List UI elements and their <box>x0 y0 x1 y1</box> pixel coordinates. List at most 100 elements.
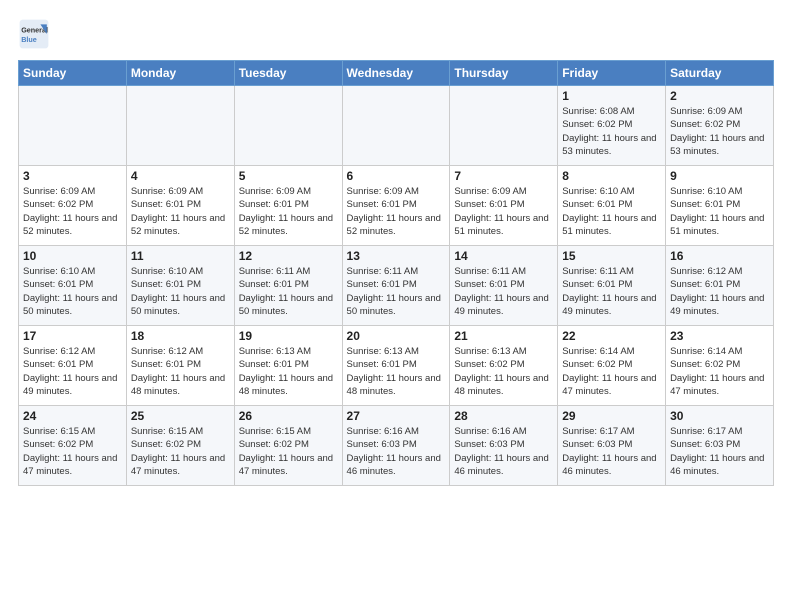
day-number: 2 <box>670 89 769 103</box>
calendar-cell: 9 Sunrise: 6:10 AMSunset: 6:01 PMDaylight… <box>666 166 774 246</box>
day-info: Sunrise: 6:09 AMSunset: 6:01 PMDaylight:… <box>347 185 446 238</box>
day-info: Sunrise: 6:10 AMSunset: 6:01 PMDaylight:… <box>562 185 661 238</box>
day-number: 24 <box>23 409 122 423</box>
calendar-cell: 1 Sunrise: 6:08 AMSunset: 6:02 PMDaylight… <box>558 86 666 166</box>
day-info: Sunrise: 6:10 AMSunset: 6:01 PMDaylight:… <box>670 185 769 238</box>
day-number: 29 <box>562 409 661 423</box>
day-info: Sunrise: 6:09 AMSunset: 6:01 PMDaylight:… <box>131 185 230 238</box>
day-info: Sunrise: 6:11 AMSunset: 6:01 PMDaylight:… <box>239 265 338 318</box>
day-number: 14 <box>454 249 553 263</box>
day-number: 25 <box>131 409 230 423</box>
day-number: 23 <box>670 329 769 343</box>
calendar-week-2: 3Sunrise: 6:09 AMSunset: 6:02 PMDaylight… <box>19 166 774 246</box>
day-number: 8 <box>562 169 661 183</box>
calendar-cell: 18 Sunrise: 6:12 AMSunset: 6:01 PMDayligh… <box>126 326 234 406</box>
svg-text:Blue: Blue <box>21 35 37 44</box>
day-info: Sunrise: 6:15 AMSunset: 6:02 PMDaylight:… <box>131 425 230 478</box>
day-info: Sunrise: 6:16 AMSunset: 6:03 PMDaylight:… <box>454 425 553 478</box>
logo: General Blue <box>18 18 50 50</box>
day-number: 12 <box>239 249 338 263</box>
day-number: 11 <box>131 249 230 263</box>
calendar-cell: 14 Sunrise: 6:11 AMSunset: 6:01 PMDayligh… <box>450 246 558 326</box>
day-info: Sunrise: 6:15 AMSunset: 6:02 PMDaylight:… <box>23 425 122 478</box>
day-info: Sunrise: 6:13 AMSunset: 6:01 PMDaylight:… <box>347 345 446 398</box>
weekday-header-wednesday: Wednesday <box>342 61 450 86</box>
day-info: Sunrise: 6:09 AMSunset: 6:01 PMDaylight:… <box>239 185 338 238</box>
calendar-week-1: 1 Sunrise: 6:08 AMSunset: 6:02 PMDaylight… <box>19 86 774 166</box>
day-info: Sunrise: 6:11 AMSunset: 6:01 PMDaylight:… <box>562 265 661 318</box>
weekday-header-saturday: Saturday <box>666 61 774 86</box>
calendar-cell: 30Sunrise: 6:17 AMSunset: 6:03 PMDayligh… <box>666 406 774 486</box>
weekday-header-tuesday: Tuesday <box>234 61 342 86</box>
calendar: SundayMondayTuesdayWednesdayThursdayFrid… <box>18 60 774 486</box>
calendar-cell: 12 Sunrise: 6:11 AMSunset: 6:01 PMDayligh… <box>234 246 342 326</box>
day-info: Sunrise: 6:13 AMSunset: 6:02 PMDaylight:… <box>454 345 553 398</box>
day-info: Sunrise: 6:12 AMSunset: 6:01 PMDaylight:… <box>23 345 122 398</box>
day-number: 17 <box>23 329 122 343</box>
day-number: 16 <box>670 249 769 263</box>
calendar-cell: 17 Sunrise: 6:12 AMSunset: 6:01 PMDayligh… <box>19 326 127 406</box>
day-info: Sunrise: 6:11 AMSunset: 6:01 PMDaylight:… <box>454 265 553 318</box>
calendar-cell: 4 Sunrise: 6:09 AMSunset: 6:01 PMDaylight… <box>126 166 234 246</box>
day-info: Sunrise: 6:09 AMSunset: 6:02 PMDaylight:… <box>670 105 769 158</box>
day-info: Sunrise: 6:08 AMSunset: 6:02 PMDaylight:… <box>562 105 661 158</box>
calendar-cell: 26 Sunrise: 6:15 AMSunset: 6:02 PMDayligh… <box>234 406 342 486</box>
day-number: 10 <box>23 249 122 263</box>
day-number: 13 <box>347 249 446 263</box>
day-info: Sunrise: 6:13 AMSunset: 6:01 PMDaylight:… <box>239 345 338 398</box>
day-number: 22 <box>562 329 661 343</box>
day-number: 28 <box>454 409 553 423</box>
day-info: Sunrise: 6:09 AMSunset: 6:02 PMDaylight:… <box>23 185 122 238</box>
calendar-cell: 15 Sunrise: 6:11 AMSunset: 6:01 PMDayligh… <box>558 246 666 326</box>
calendar-week-4: 17 Sunrise: 6:12 AMSunset: 6:01 PMDayligh… <box>19 326 774 406</box>
day-info: Sunrise: 6:10 AMSunset: 6:01 PMDaylight:… <box>131 265 230 318</box>
weekday-header-monday: Monday <box>126 61 234 86</box>
calendar-cell: 2 Sunrise: 6:09 AMSunset: 6:02 PMDaylight… <box>666 86 774 166</box>
day-number: 18 <box>131 329 230 343</box>
calendar-cell: 23 Sunrise: 6:14 AMSunset: 6:02 PMDayligh… <box>666 326 774 406</box>
day-number: 26 <box>239 409 338 423</box>
day-info: Sunrise: 6:14 AMSunset: 6:02 PMDaylight:… <box>562 345 661 398</box>
logo-icon: General Blue <box>18 18 50 50</box>
calendar-cell: 20 Sunrise: 6:13 AMSunset: 6:01 PMDayligh… <box>342 326 450 406</box>
day-info: Sunrise: 6:09 AMSunset: 6:01 PMDaylight:… <box>454 185 553 238</box>
page: General Blue SundayMondayTuesdayWednesda… <box>0 0 792 496</box>
calendar-cell: 7 Sunrise: 6:09 AMSunset: 6:01 PMDaylight… <box>450 166 558 246</box>
day-info: Sunrise: 6:10 AMSunset: 6:01 PMDaylight:… <box>23 265 122 318</box>
calendar-cell: 10 Sunrise: 6:10 AMSunset: 6:01 PMDayligh… <box>19 246 127 326</box>
day-number: 4 <box>131 169 230 183</box>
day-info: Sunrise: 6:17 AMSunset: 6:03 PMDaylight:… <box>670 425 769 478</box>
calendar-cell: 25 Sunrise: 6:15 AMSunset: 6:02 PMDayligh… <box>126 406 234 486</box>
day-info: Sunrise: 6:12 AMSunset: 6:01 PMDaylight:… <box>131 345 230 398</box>
calendar-cell: 28 Sunrise: 6:16 AMSunset: 6:03 PMDayligh… <box>450 406 558 486</box>
header: General Blue <box>18 18 774 50</box>
calendar-week-5: 24 Sunrise: 6:15 AMSunset: 6:02 PMDayligh… <box>19 406 774 486</box>
day-number: 21 <box>454 329 553 343</box>
calendar-cell: 5 Sunrise: 6:09 AMSunset: 6:01 PMDaylight… <box>234 166 342 246</box>
calendar-cell: 3Sunrise: 6:09 AMSunset: 6:02 PMDaylight… <box>19 166 127 246</box>
weekday-header-friday: Friday <box>558 61 666 86</box>
day-number: 19 <box>239 329 338 343</box>
day-number: 7 <box>454 169 553 183</box>
day-info: Sunrise: 6:12 AMSunset: 6:01 PMDaylight:… <box>670 265 769 318</box>
calendar-cell <box>342 86 450 166</box>
calendar-cell <box>234 86 342 166</box>
calendar-cell: 24 Sunrise: 6:15 AMSunset: 6:02 PMDayligh… <box>19 406 127 486</box>
calendar-cell <box>126 86 234 166</box>
day-number: 15 <box>562 249 661 263</box>
calendar-cell: 22 Sunrise: 6:14 AMSunset: 6:02 PMDayligh… <box>558 326 666 406</box>
day-number: 27 <box>347 409 446 423</box>
day-number: 9 <box>670 169 769 183</box>
calendar-cell: 11 Sunrise: 6:10 AMSunset: 6:01 PMDayligh… <box>126 246 234 326</box>
day-number: 5 <box>239 169 338 183</box>
calendar-cell: 16 Sunrise: 6:12 AMSunset: 6:01 PMDayligh… <box>666 246 774 326</box>
day-info: Sunrise: 6:11 AMSunset: 6:01 PMDaylight:… <box>347 265 446 318</box>
day-number: 1 <box>562 89 661 103</box>
day-info: Sunrise: 6:15 AMSunset: 6:02 PMDaylight:… <box>239 425 338 478</box>
calendar-cell: 19 Sunrise: 6:13 AMSunset: 6:01 PMDayligh… <box>234 326 342 406</box>
calendar-cell: 21 Sunrise: 6:13 AMSunset: 6:02 PMDayligh… <box>450 326 558 406</box>
calendar-cell: 8 Sunrise: 6:10 AMSunset: 6:01 PMDaylight… <box>558 166 666 246</box>
day-number: 20 <box>347 329 446 343</box>
day-info: Sunrise: 6:14 AMSunset: 6:02 PMDaylight:… <box>670 345 769 398</box>
weekday-header-thursday: Thursday <box>450 61 558 86</box>
